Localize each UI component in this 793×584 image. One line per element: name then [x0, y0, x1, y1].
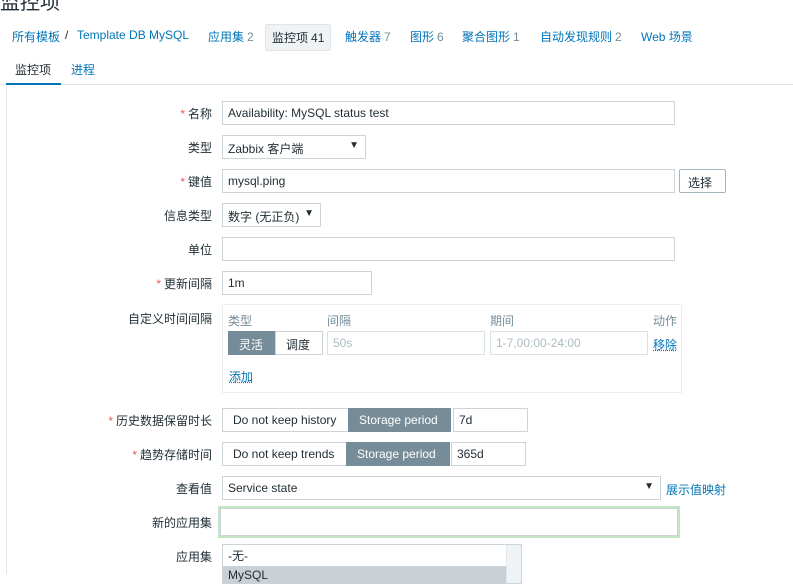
- col-type: 类型: [228, 314, 253, 328]
- type-select[interactable]: Zabbix 客户端 ▼: [222, 135, 366, 159]
- breadcrumb-all-templates[interactable]: 所有模板: [12, 28, 60, 45]
- tab-preprocessing[interactable]: 进程: [71, 61, 95, 78]
- col-period: 期间: [490, 314, 515, 328]
- custom-intervals-label: 自定义时间间隔: [127, 312, 212, 326]
- form-tabs: 监控项 进程: [0, 55, 793, 85]
- add-interval-link[interactable]: 添加: [229, 368, 253, 385]
- history-storage-toggle[interactable]: Storage period: [348, 408, 451, 432]
- application-option-mysql[interactable]: MySQL: [223, 566, 521, 583]
- flex-interval-input[interactable]: 50s: [327, 331, 485, 355]
- units-label: 单位: [187, 243, 212, 257]
- value-mapping-link[interactable]: 展示值映射: [666, 481, 726, 498]
- application-option-none[interactable]: -无-: [223, 545, 521, 566]
- applications-label: 应用集: [175, 550, 212, 564]
- page-title: 监控项: [0, 0, 60, 14]
- key-select-button[interactable]: 选择: [679, 169, 726, 193]
- nav-web-scenarios[interactable]: Web 场景: [641, 28, 693, 45]
- breadcrumb-separator: /: [65, 28, 69, 42]
- tab-item[interactable]: 监控项: [15, 61, 51, 78]
- nav-items[interactable]: 监控项 41: [265, 24, 332, 51]
- applications-listbox[interactable]: -无- MySQL: [222, 544, 522, 584]
- update-interval-input[interactable]: 1m: [222, 271, 372, 295]
- trends-label: * 趋势存储时间: [132, 448, 212, 462]
- col-interval: 间隔: [327, 314, 352, 328]
- trends-value-input[interactable]: 365d: [451, 442, 526, 466]
- show-value-label: 查看值: [175, 482, 212, 496]
- info-type-select[interactable]: 数字 (无正负) ▼: [222, 203, 321, 227]
- update-interval-label: * 更新间隔: [156, 277, 212, 291]
- name-input[interactable]: Availability: MySQL status test: [222, 101, 675, 125]
- history-label: * 历史数据保留时长: [108, 414, 212, 428]
- flexible-toggle[interactable]: 灵活: [228, 331, 276, 355]
- name-label: * 名称: [180, 107, 212, 121]
- nav-applications[interactable]: 应用集 2: [208, 28, 254, 45]
- type-label: 类型: [187, 141, 212, 155]
- nav-screens[interactable]: 聚合图形 1: [462, 28, 520, 45]
- history-no-keep-toggle[interactable]: Do not keep history: [222, 408, 349, 432]
- scheduling-toggle[interactable]: 调度: [275, 331, 323, 355]
- flex-period-input[interactable]: 1-7,00:00-24:00: [490, 331, 648, 355]
- col-action: 动作: [653, 314, 678, 328]
- trends-no-keep-toggle[interactable]: Do not keep trends: [222, 442, 347, 466]
- chevron-down-icon: ▼: [644, 481, 654, 492]
- key-label: * 键值: [180, 175, 212, 189]
- info-type-label: 信息类型: [163, 209, 212, 223]
- chevron-down-icon: ▼: [304, 208, 314, 219]
- listbox-scrollbar[interactable]: [506, 545, 521, 583]
- breadcrumb: 所有模板 / Template DB MySQL 应用集 2 监控项 41 触发器 7…: [0, 22, 793, 52]
- show-value-select[interactable]: Service state ▼: [222, 476, 661, 500]
- remove-interval-link[interactable]: 移除: [653, 336, 677, 353]
- active-tab-indicator: [6, 83, 61, 85]
- nav-triggers[interactable]: 触发器 7: [345, 28, 391, 45]
- units-input[interactable]: [222, 237, 675, 261]
- key-input[interactable]: mysql.ping: [222, 169, 675, 193]
- chevron-down-icon: ▼: [349, 140, 359, 151]
- nav-discovery-rules[interactable]: 自动发现规则 2: [540, 28, 622, 45]
- breadcrumb-template[interactable]: Template DB MySQL: [77, 28, 189, 42]
- history-value-input[interactable]: 7d: [453, 408, 528, 432]
- new-application-label: 新的应用集: [151, 516, 212, 530]
- nav-graphs[interactable]: 图形 6: [410, 28, 444, 45]
- new-application-input[interactable]: [220, 508, 678, 536]
- trends-storage-toggle[interactable]: Storage period: [346, 442, 450, 466]
